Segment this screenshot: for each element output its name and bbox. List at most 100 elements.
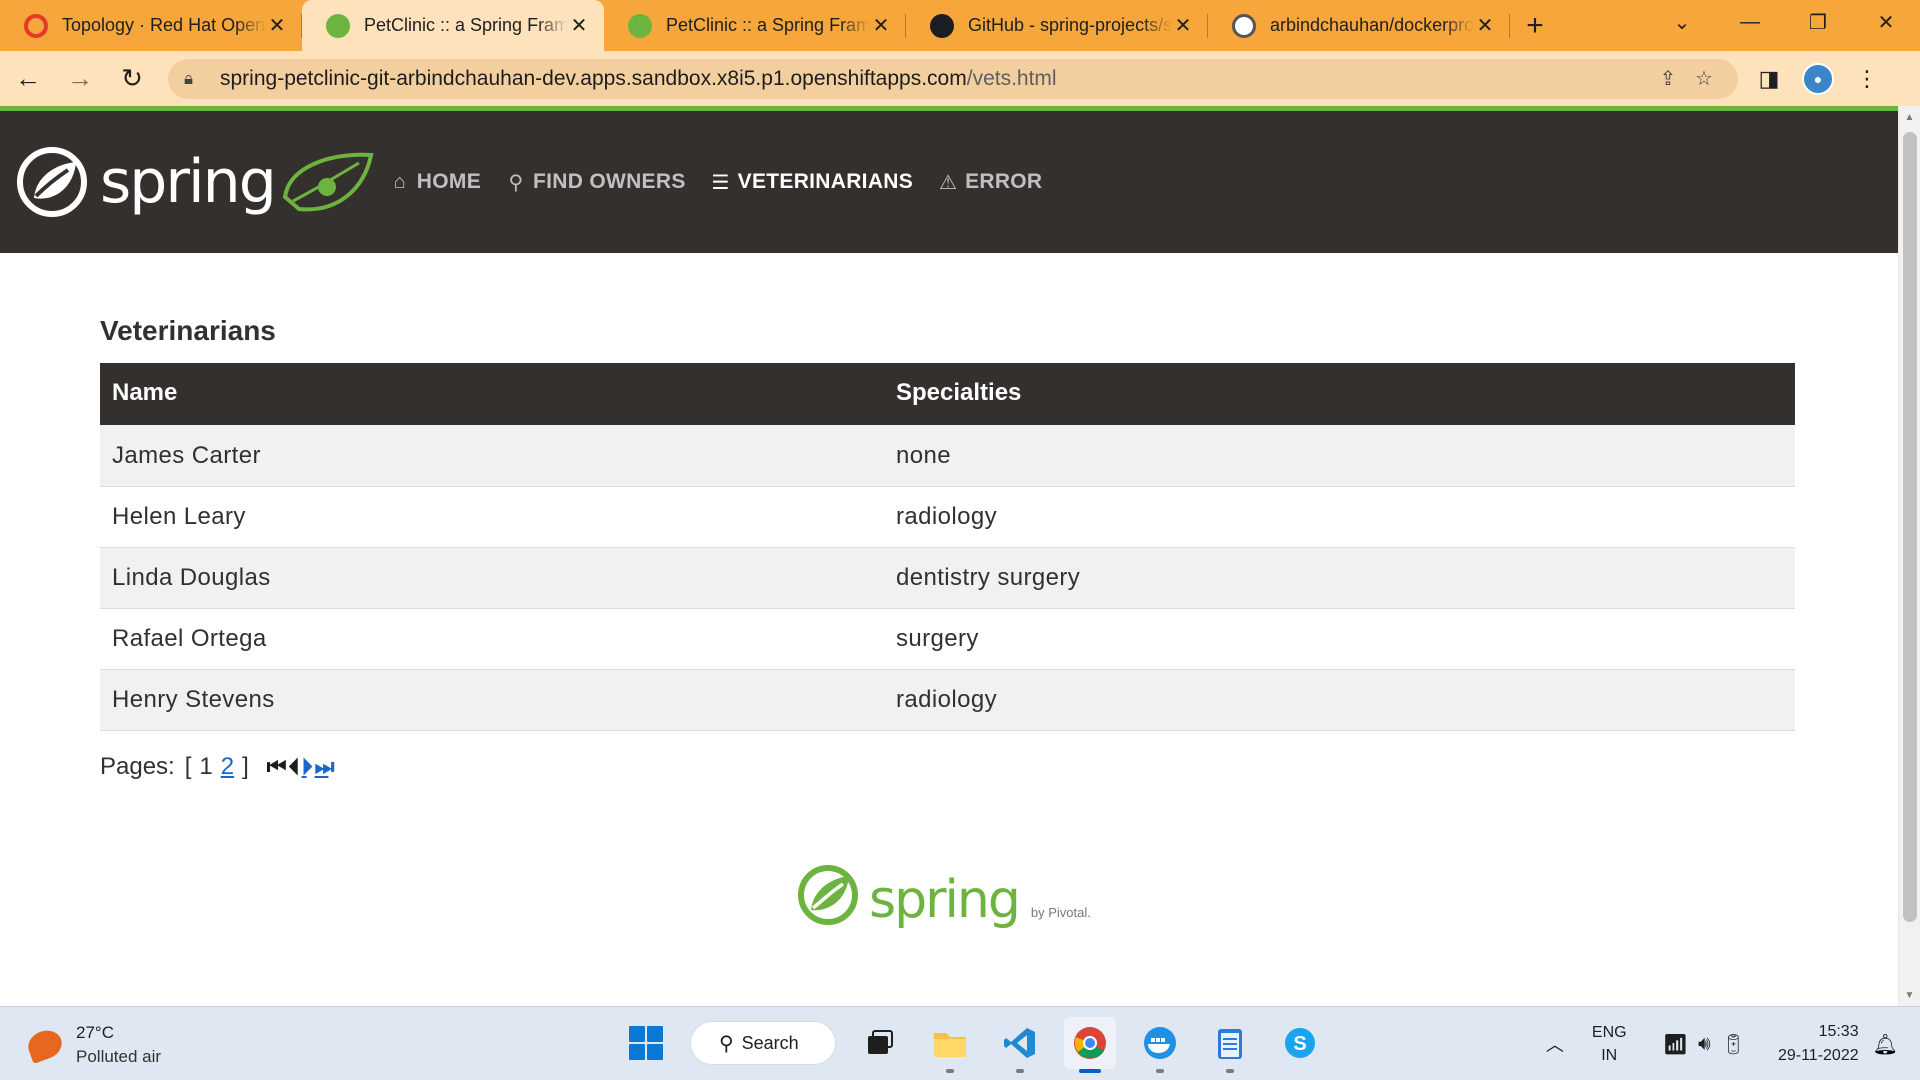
url-host: spring-petclinic-git-arbindchauhan-dev.a… (220, 66, 967, 90)
docker-icon (1232, 13, 1256, 38)
clock-date: 29-11-2022 (1777, 1047, 1859, 1064)
restore-button[interactable]: ❐ (1784, 0, 1852, 44)
browser-toolbar: ← → ↻ 🔒︎ spring-petclinic-git-arbindchau… (0, 51, 1920, 106)
weather-description: Polluted air (76, 1047, 162, 1066)
language-indicator[interactable]: ENG IN (1592, 1021, 1627, 1067)
pager-page-2-link[interactable]: 2 (221, 753, 234, 781)
table-row: James Carter none (100, 424, 1795, 486)
warning-icon: ⚠ (938, 171, 958, 194)
clock-time: 15:33 (1818, 1023, 1859, 1040)
vscode-app[interactable] (994, 1017, 1046, 1073)
spring-icon (326, 13, 350, 38)
close-icon[interactable]: ✕ (1172, 15, 1194, 37)
profile-avatar[interactable]: ● (1802, 62, 1834, 95)
footer-by-pivotal: by Pivotal. (1030, 905, 1091, 920)
nav-veterinarians[interactable]: ☰ VETERINARIANS (710, 170, 913, 195)
bookmark-star-icon[interactable]: ☆ (1686, 66, 1722, 91)
close-window-button[interactable]: ✕ (1852, 0, 1920, 44)
start-button[interactable] (620, 1017, 672, 1069)
nav-home-label: HOME (416, 170, 481, 193)
notifications-icon[interactable]: 🔔︎ (1873, 1032, 1898, 1057)
scroll-down-icon[interactable]: ▼ (1899, 984, 1920, 1006)
show-hidden-icons-icon[interactable]: ︿ (1546, 1031, 1564, 1057)
pager-open-bracket: [ (184, 752, 192, 780)
vet-name: James Carter (100, 424, 884, 486)
vet-specialties: radiology (884, 668, 1795, 731)
reload-button[interactable]: ↻ (108, 55, 156, 103)
spring-logo[interactable]: spring (16, 146, 375, 218)
tab-topology[interactable]: Topology · Red Hat OpenShift ✕ (0, 0, 302, 51)
notepad-app[interactable] (1204, 1017, 1256, 1073)
windows-logo-icon (629, 1026, 663, 1060)
spring-leaf-icon (798, 865, 858, 925)
tab-title: GitHub - spring-projects/spring-petclini… (968, 15, 1172, 35)
nav-veterinarians-label: VETERINARIANS (737, 170, 914, 193)
task-view-icon (868, 1030, 893, 1054)
page-title: Veterinarians (100, 315, 276, 346)
list-icon: ☰ (711, 171, 730, 194)
last-page-icon[interactable]: ⏭ (315, 754, 335, 780)
vet-name: Helen Leary (100, 485, 884, 547)
task-view-button[interactable] (854, 1017, 906, 1069)
vet-name: Rafael Ortega (100, 607, 884, 669)
main-menu: ⌂ HOME ⚲ FIND OWNERS ☰ VETERINARIANS ⚠ E… (389, 170, 1067, 195)
new-tab-button[interactable]: + (1510, 0, 1560, 51)
table-header-row: Name Specialties (100, 363, 1795, 425)
nav-find-owners[interactable]: ⚲ FIND OWNERS (505, 170, 686, 195)
tab-dockerhub[interactable]: arbindchauhan/dockerproject ✕ (1208, 0, 1510, 51)
docker-desktop-app[interactable] (1134, 1017, 1186, 1073)
region-code: IN (1601, 1047, 1618, 1064)
close-icon[interactable]: ✕ (870, 15, 892, 37)
tab-title: arbindchauhan/dockerproject (1270, 15, 1474, 35)
vet-specialties: none (884, 424, 1795, 486)
main-content: Veterinarians Name Specialties James Car… (0, 315, 1898, 781)
chrome-app[interactable] (1064, 1017, 1116, 1073)
pager-nav-icons: ⏮ ⏴ ⏵ ⏭ (267, 754, 337, 780)
url-path: /vets.html (966, 66, 1057, 90)
close-icon[interactable]: ✕ (266, 15, 288, 37)
tab-petclinic-active[interactable]: PetClinic :: a Spring Framework demonstr… (302, 0, 604, 51)
clock[interactable]: 15:33 29-11-2022 (1778, 1020, 1859, 1068)
brand-wordmark: spring (100, 147, 277, 217)
github-icon (930, 13, 954, 38)
volume-icon[interactable]: 🔊︎ (1698, 1033, 1711, 1056)
share-icon[interactable]: ⇪ (1650, 66, 1686, 91)
scroll-up-icon[interactable]: ▲ (1899, 106, 1920, 128)
footer-wordmark: spring (869, 870, 1021, 930)
weather-haze-icon (24, 1026, 66, 1064)
skype-app[interactable]: S (1274, 1017, 1326, 1069)
vertical-scrollbar[interactable]: ▲ ▼ (1898, 106, 1920, 1006)
nav-error[interactable]: ⚠ ERROR (937, 170, 1042, 195)
tab-github[interactable]: GitHub - spring-projects/spring-petclini… (906, 0, 1208, 51)
battery-icon[interactable]: 🔋︎ (1721, 1032, 1746, 1057)
column-header-specialties: Specialties (896, 379, 1022, 407)
scrollbar-thumb[interactable] (1903, 132, 1917, 922)
docker-icon (1144, 1027, 1176, 1059)
side-panel-icon[interactable]: ◨ (1754, 64, 1784, 94)
taskbar-search[interactable]: ⚲ Search (690, 1021, 836, 1065)
home-icon: ⌂ (393, 170, 406, 193)
minimize-button[interactable]: — (1716, 0, 1784, 44)
search-icon: ⚲ (508, 171, 524, 194)
skype-icon: S (1285, 1028, 1315, 1058)
menu-kebab-icon[interactable]: ⋮ (1852, 64, 1882, 94)
weather-widget[interactable]: 27°C Polluted air (24, 1021, 162, 1069)
next-page-icon[interactable]: ⏵ (302, 754, 313, 780)
nav-home[interactable]: ⌂ HOME (389, 170, 481, 194)
vscode-icon (1004, 1028, 1035, 1058)
close-icon[interactable]: ✕ (568, 15, 590, 37)
tab-search-chevron-icon[interactable]: ⌄ (1648, 0, 1716, 44)
svg-text:S: S (1293, 1033, 1306, 1055)
address-bar[interactable]: 🔒︎ spring-petclinic-git-arbindchauhan-de… (168, 58, 1738, 99)
windows-taskbar: 27°C Polluted air ⚲ Search S ︿ ENG IN 📶︎… (0, 1006, 1920, 1080)
back-button[interactable]: ← (4, 55, 52, 103)
wifi-icon[interactable]: 📶︎ (1663, 1032, 1688, 1057)
forward-button[interactable]: → (56, 55, 104, 103)
lock-icon[interactable]: 🔒︎ (184, 69, 206, 89)
browser-tab-strip: Topology · Red Hat OpenShift ✕ PetClinic… (0, 0, 1920, 51)
table-row: Helen Leary radiology (100, 485, 1795, 547)
file-explorer-app[interactable] (924, 1017, 976, 1073)
tab-petclinic[interactable]: PetClinic :: a Spring Framework demonstr… (604, 0, 906, 51)
close-icon[interactable]: ✕ (1474, 15, 1496, 37)
chrome-icon (1074, 1027, 1106, 1059)
